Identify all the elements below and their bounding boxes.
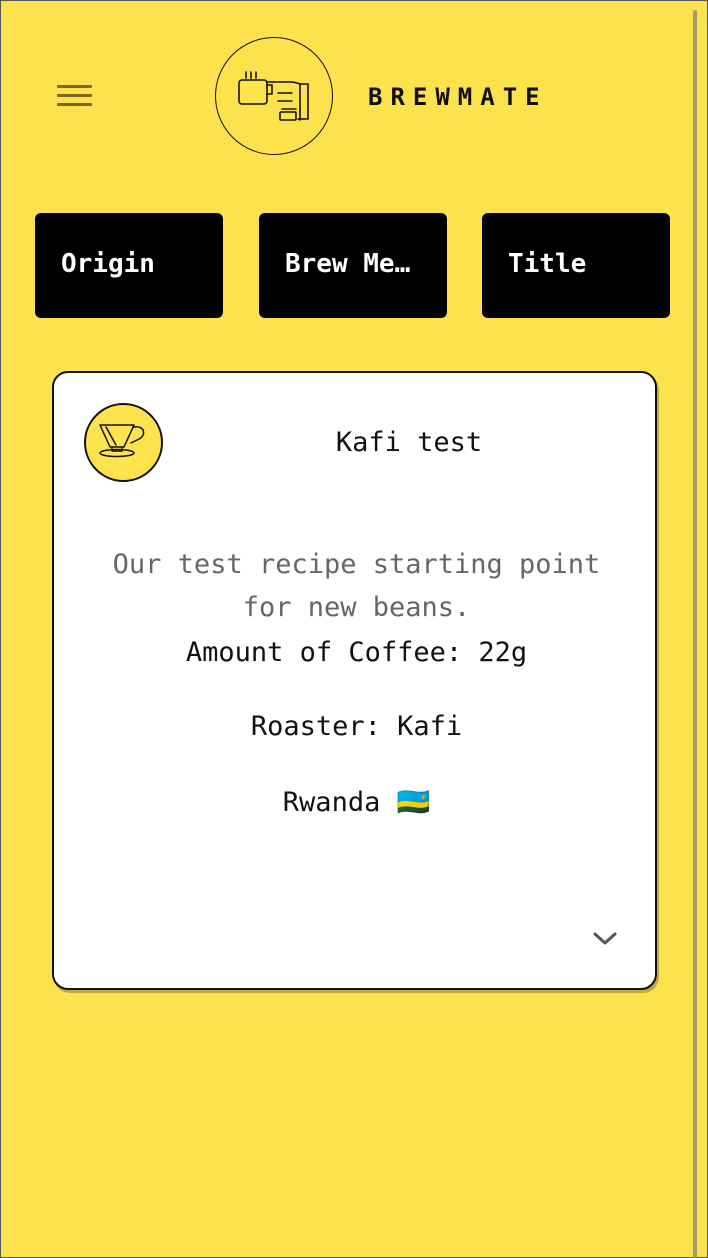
scrollbar[interactable] [693,10,697,1258]
logo[interactable] [215,37,333,155]
filter-origin-label: Origin [61,249,155,279]
recipe-roaster: Roaster: Kafi [250,711,463,742]
hand-holding-coffee-cup-icon [238,71,309,121]
brand-name: BREWMATE [368,83,548,111]
pour-over-dripper-icon [99,424,145,458]
avatar [84,403,163,482]
recipe-card[interactable]: Kafi test Our test recipe starting point… [52,371,657,990]
recipe-amount: Amount of Coffee: 22g [185,637,528,668]
filter-title-button[interactable]: Title [482,213,670,318]
filter-brew-method-label: Brew Method [285,249,425,279]
filter-title-label: Title [508,249,587,279]
chevron-down-icon[interactable] [591,928,619,948]
hamburger-menu-icon[interactable] [57,83,93,109]
recipe-origin: Rwanda 🇷🇼 [282,787,431,818]
filter-origin-button[interactable]: Origin [35,213,223,318]
recipe-title: Kafi test [335,427,483,458]
recipe-description: Our test recipe starting point for new b… [112,549,601,623]
filter-brew-method-button[interactable]: Brew Method [259,213,447,318]
